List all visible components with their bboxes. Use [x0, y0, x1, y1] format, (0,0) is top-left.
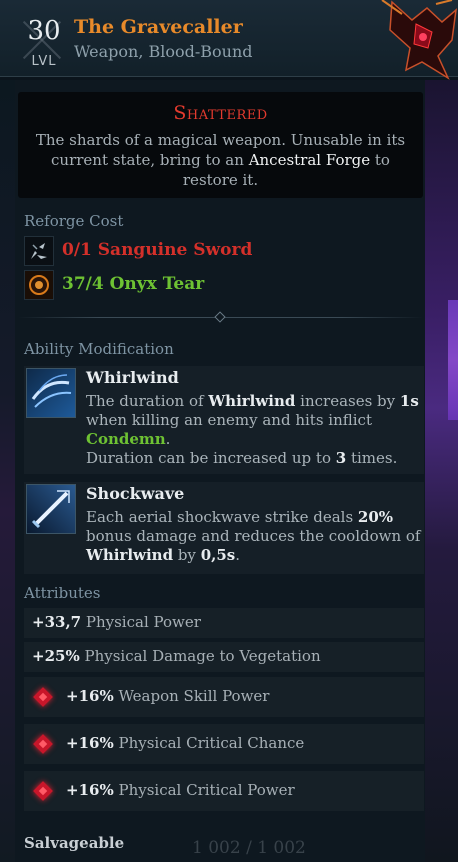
shattered-description: The shards of a magical weapon. Unusable…: [35, 131, 406, 189]
ancestral-forge-keyword: Ancestral Forge: [248, 151, 371, 169]
attributes-title: Attributes: [24, 584, 101, 602]
level-number: 30: [27, 16, 61, 46]
background-glow: [448, 300, 458, 420]
shattered-notice: Shattered The shards of a magical weapon…: [18, 92, 423, 198]
attribute-text: +16% Physical Critical Chance: [66, 734, 305, 752]
attribute-row: +16% Physical Critical Chance: [24, 724, 424, 764]
shattered-title: Shattered: [173, 102, 268, 124]
attribute-text: +16% Physical Critical Power: [66, 781, 295, 799]
reforge-cost-item: 0/1 Sanguine Sword: [24, 236, 424, 266]
ability-modification-title: Ability Modification: [24, 340, 174, 358]
attribute-row: +33,7 Physical Power: [24, 608, 424, 638]
blood-rune-icon: [33, 687, 53, 707]
reforge-cost-title: Reforge Cost: [24, 212, 124, 230]
item-name: The Gravecaller: [74, 16, 243, 38]
ability-description: Each aerial shockwave strike deals 20% b…: [86, 508, 421, 564]
blood-rune-icon: [33, 734, 53, 754]
level-badge: 30 LVL: [14, 12, 70, 69]
ability-name: Whirlwind: [86, 368, 179, 387]
salvageable-label: Salvageable: [24, 834, 125, 852]
attribute-row: +16% Physical Critical Power: [24, 771, 424, 811]
sword-shard-icon: [24, 236, 54, 266]
attribute-text: +16% Weapon Skill Power: [66, 687, 270, 705]
reforge-cost-item: 37/4 Onyx Tear: [24, 270, 424, 300]
whirlwind-icon: [26, 368, 76, 418]
onyx-tear-icon: [24, 270, 54, 300]
attribute-text: +25% Physical Damage to Vegetation: [32, 647, 321, 665]
blood-ornament-icon: [381, 0, 458, 80]
sanguine-sword-cost: 0/1 Sanguine Sword: [62, 240, 253, 260]
tooltip-header: 30 LVL The Gravecaller Weapon, Blood-Bou…: [0, 0, 458, 80]
level-label: LVL: [31, 54, 57, 69]
item-type: Weapon, Blood-Bound: [74, 42, 253, 61]
ability-name: Shockwave: [86, 484, 185, 503]
attribute-row: +16% Weapon Skill Power: [24, 677, 424, 717]
shockwave-icon: [26, 484, 76, 534]
ability-shockwave: Shockwave Each aerial shockwave strike d…: [24, 482, 424, 574]
attribute-row: +25% Physical Damage to Vegetation: [24, 642, 424, 672]
attribute-text: +33,7 Physical Power: [32, 613, 201, 631]
blood-rune-icon: [33, 781, 53, 801]
ability-whirlwind: Whirlwind The duration of Whirlwind incr…: [24, 366, 424, 474]
durability-value: 1 002 / 1 002: [192, 838, 306, 858]
ability-description: The duration of Whirlwind increases by 1…: [86, 392, 419, 467]
onyx-tear-cost: 37/4 Onyx Tear: [62, 274, 205, 294]
